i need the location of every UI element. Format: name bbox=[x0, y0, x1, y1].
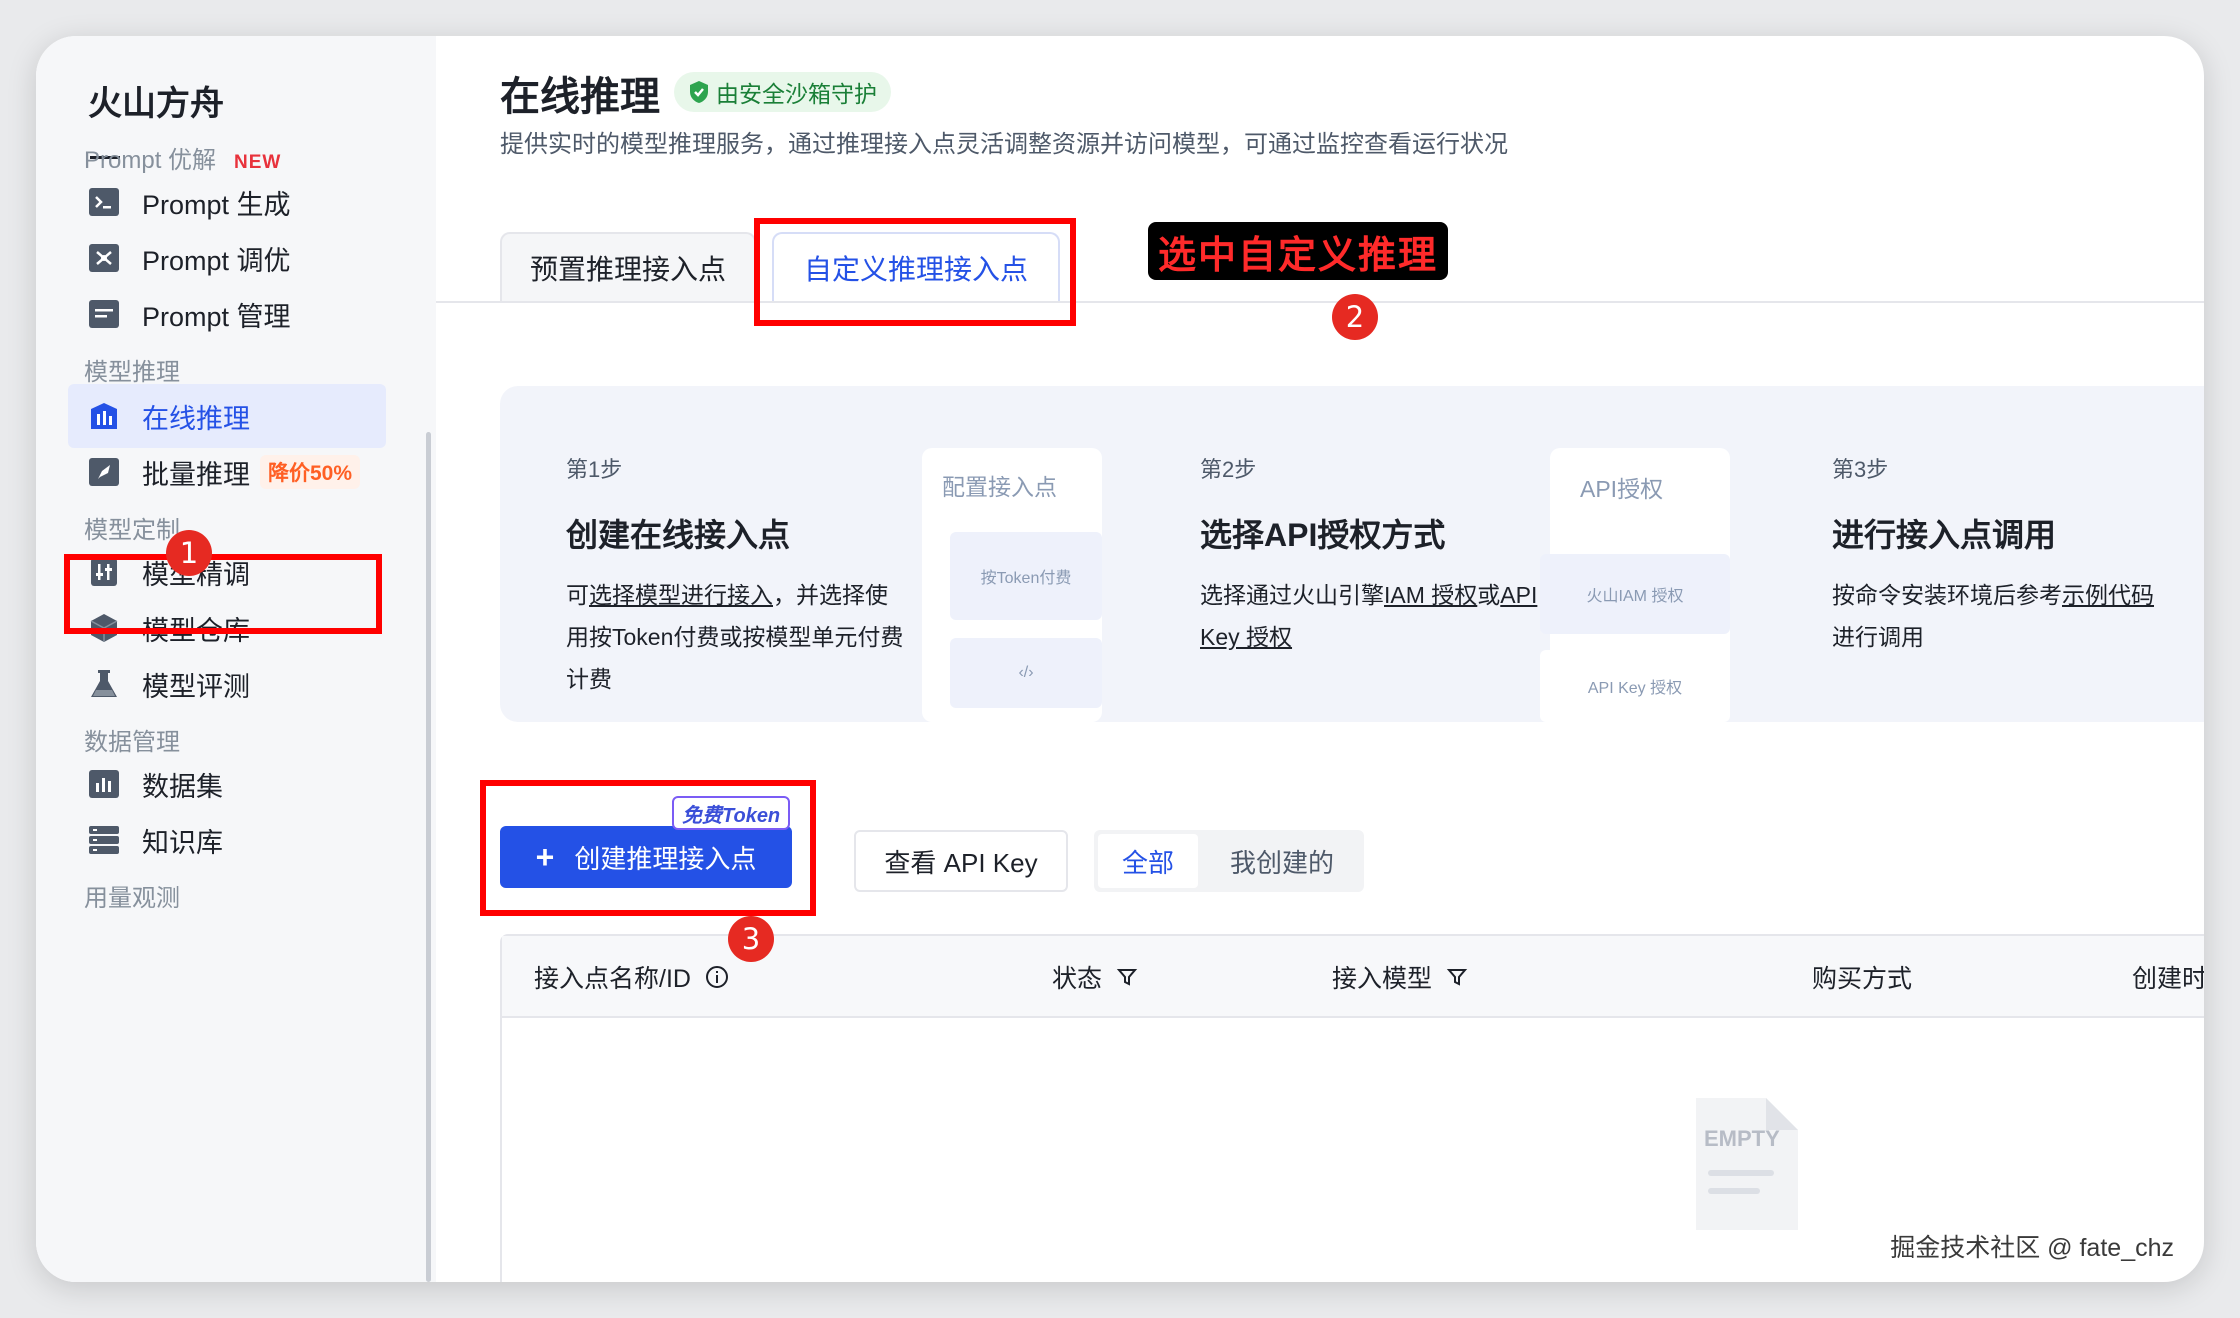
plus-icon: + bbox=[535, 838, 555, 875]
flask-icon bbox=[88, 668, 120, 700]
step-text: 进行调用 bbox=[1832, 624, 1924, 650]
sidebar-item-knowledge-base[interactable]: 知识库 bbox=[84, 808, 404, 872]
api-auth-illustration: API授权 火山IAM 授权 API Key 授权 bbox=[1540, 448, 1730, 722]
step-title: 选择API授权方式 bbox=[1200, 517, 1446, 553]
illustration-chip: 按Token付费 bbox=[950, 532, 1102, 620]
sidebar-item-label: 模型仓库 bbox=[142, 615, 250, 646]
column-status: 状态 bbox=[1052, 936, 1138, 1018]
step-text: 或 bbox=[1477, 582, 1501, 608]
sidebar-item-dataset[interactable]: 数据集 bbox=[84, 752, 404, 816]
column-purchase-method: 购买方式 bbox=[1812, 965, 1913, 993]
illustration-chip: API Key 授权 bbox=[1540, 650, 1730, 722]
column-label: 状态 bbox=[1052, 965, 1103, 993]
filter-icon[interactable] bbox=[1446, 966, 1468, 988]
column-label: 接入点名称/ID bbox=[534, 965, 691, 993]
section-usage-monitor: 用量观测 bbox=[84, 885, 180, 912]
sidebar-item-label: 批量推理 bbox=[142, 459, 250, 490]
illustration-title: API授权 bbox=[1580, 476, 1664, 502]
document-list-icon bbox=[88, 298, 120, 330]
sidebar-item-label: Prompt 调优 bbox=[142, 245, 291, 276]
sidebar-item-prompt-generate[interactable]: Prompt 生成 bbox=[84, 170, 404, 234]
step-1: 第1步 创建在线接入点 可选择模型进行接入，并选择使用按Token付费或按模型单… bbox=[566, 452, 906, 700]
iam-auth-link[interactable]: IAM 授权 bbox=[1384, 582, 1477, 608]
tune-icon bbox=[88, 242, 120, 274]
page-title: 在线推理 bbox=[500, 75, 660, 119]
sidebar-item-online-inference[interactable]: 在线推理 bbox=[68, 384, 386, 448]
bar-chart-icon bbox=[88, 400, 120, 432]
step-text: 按命令安装环境后参考 bbox=[1832, 582, 2062, 608]
database-icon bbox=[88, 824, 120, 856]
shield-icon bbox=[688, 80, 710, 104]
config-endpoint-illustration: 配置接入点 按Token付费 ‹/› bbox=[922, 448, 1102, 722]
sidebar-item-model-repo[interactable]: 模型仓库 bbox=[84, 596, 404, 660]
safe-tag-label: 由安全沙箱守护 bbox=[716, 81, 877, 107]
info-icon[interactable] bbox=[705, 965, 729, 989]
step-text: 选择通过火山引擎 bbox=[1200, 582, 1384, 608]
sliders-icon bbox=[88, 556, 120, 588]
annotation-badge-3: 3 bbox=[728, 916, 774, 962]
safe-sandbox-tag: 由安全沙箱守护 bbox=[674, 72, 891, 112]
column-label: 接入模型 bbox=[1332, 965, 1433, 993]
sidebar-scrollbar[interactable] bbox=[426, 432, 431, 1282]
chart-box-icon bbox=[88, 768, 120, 800]
sidebar-item-label: 在线推理 bbox=[142, 403, 250, 434]
annotation-badge-1: 1 bbox=[166, 530, 212, 576]
sidebar-item-fine-tune[interactable]: 模型精调 bbox=[84, 540, 404, 604]
filter-mine[interactable]: 我创建的 bbox=[1212, 834, 1352, 888]
illustration-title: 配置接入点 bbox=[942, 474, 1057, 500]
sidebar-item-label: Prompt 管理 bbox=[142, 301, 291, 332]
steps-guide-panel: 第1步 创建在线接入点 可选择模型进行接入，并选择使用按Token付费或按模型单… bbox=[500, 386, 2204, 722]
view-api-key-button[interactable]: 查看 API Key bbox=[854, 830, 1068, 892]
annotation-label: 选中自定义推理 bbox=[1148, 222, 1449, 280]
step-description: 选择通过火山引擎IAM 授权或API Key 授权 bbox=[1200, 574, 1540, 658]
discount-badge: 降价50% bbox=[260, 455, 361, 489]
sidebar-item-prompt-tune[interactable]: Prompt 调优 bbox=[84, 226, 404, 290]
sidebar: 火山方舟 Prompt 优解 NEW Prompt 生成 Prompt 调优 Pr… bbox=[36, 36, 436, 1282]
sidebar-item-label: 模型评测 bbox=[142, 671, 250, 702]
filter-all[interactable]: 全部 bbox=[1098, 834, 1198, 888]
step-text: 可 bbox=[566, 582, 589, 608]
free-token-tag: 免费Token bbox=[672, 796, 791, 830]
terminal-icon bbox=[88, 186, 120, 218]
sidebar-item-batch-inference[interactable]: 批量推理 降价50% bbox=[84, 440, 404, 504]
step-3: 第3步 进行接入点调用 按命令安装环境后参考示例代码进行调用 bbox=[1832, 452, 2162, 658]
sidebar-item-model-eval[interactable]: 模型评测 bbox=[84, 652, 404, 716]
sidebar-item-label: Prompt 生成 bbox=[142, 189, 291, 220]
section-model-inference: 模型推理 bbox=[84, 359, 180, 386]
cube-icon bbox=[88, 612, 120, 644]
step-number: 第1步 bbox=[566, 457, 623, 482]
select-model-link[interactable]: 选择模型进行接入 bbox=[589, 582, 773, 608]
step-description: 按命令安装环境后参考示例代码进行调用 bbox=[1832, 574, 2162, 658]
step-description: 可选择模型进行接入，并选择使用按Token付费或按模型单元付费计费 bbox=[566, 574, 906, 700]
column-model: 接入模型 bbox=[1332, 936, 1468, 1018]
step-number: 第2步 bbox=[1200, 457, 1257, 482]
code-icon: ‹/› bbox=[950, 638, 1102, 708]
create-endpoint-label: 创建推理接入点 bbox=[574, 843, 757, 874]
step-title: 创建在线接入点 bbox=[566, 517, 791, 553]
step-2: 第2步 选择API授权方式 选择通过火山引擎IAM 授权或API Key 授权 bbox=[1200, 452, 1540, 658]
sidebar-item-prompt-manage[interactable]: Prompt 管理 bbox=[84, 282, 404, 346]
step-number: 第3步 bbox=[1832, 457, 1889, 482]
sidebar-item-label: 知识库 bbox=[142, 827, 223, 858]
column-endpoint-name: 接入点名称/ID bbox=[534, 936, 729, 1018]
column-created-time: 创建时 bbox=[2132, 965, 2204, 993]
create-endpoint-button[interactable]: + 创建推理接入点 bbox=[500, 826, 792, 888]
illustration-chip: 火山IAM 授权 bbox=[1540, 554, 1730, 634]
brand-logo-text[interactable]: 火山方舟 bbox=[88, 76, 224, 125]
page-subtitle: 提供实时的模型推理服务，通过推理接入点灵活调整资源并访问模型，可通过监控查看运行… bbox=[500, 131, 1508, 158]
sample-code-link[interactable]: 示例代码 bbox=[2062, 582, 2154, 608]
watermark: 掘金技术社区 @ fate_chz bbox=[1890, 1234, 2174, 1262]
annotation-badge-2: 2 bbox=[1332, 294, 1378, 340]
tab-preset-endpoint[interactable]: 预置推理接入点 bbox=[500, 232, 756, 302]
rocket-icon bbox=[88, 456, 120, 488]
tabs-divider bbox=[436, 301, 2204, 303]
sidebar-item-label: 数据集 bbox=[142, 771, 223, 802]
filter-icon[interactable] bbox=[1116, 966, 1138, 988]
app-window: 火山方舟 Prompt 优解 NEW Prompt 生成 Prompt 调优 Pr… bbox=[36, 36, 2204, 1282]
step-title: 进行接入点调用 bbox=[1832, 517, 2057, 553]
empty-state-icon: EMPTY bbox=[1692, 1094, 1802, 1234]
tab-custom-endpoint[interactable]: 自定义推理接入点 bbox=[772, 232, 1060, 302]
empty-state-label: EMPTY bbox=[1704, 1126, 1780, 1151]
ownership-filter: 全部 我创建的 bbox=[1094, 830, 1364, 892]
